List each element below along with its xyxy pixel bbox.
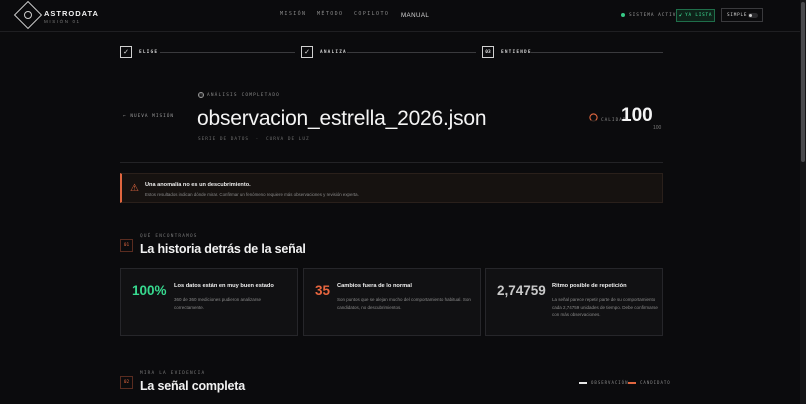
card-value: 35 xyxy=(315,283,331,298)
warning-text: Estos resultados indican dónde mirar. Co… xyxy=(145,192,359,197)
toggle-switch[interactable] xyxy=(748,12,758,18)
step-connector xyxy=(347,52,476,53)
section-number: 02 xyxy=(120,376,133,389)
tag-separator: · xyxy=(255,137,260,142)
card-description: La señal parece repetir parte de su comp… xyxy=(552,297,658,318)
section-number: 01 xyxy=(120,239,133,252)
step-2-label[interactable]: ANALIZA xyxy=(320,50,347,55)
logo-icon[interactable] xyxy=(13,0,43,30)
card-description: 360 de 360 mediciones pudieron analizars… xyxy=(174,297,262,310)
step-3-number: 03 xyxy=(482,46,494,58)
step-2-check-icon: ✓ xyxy=(301,46,313,58)
page-title: observacion_estrella_2026.json xyxy=(197,107,487,130)
step-3-label[interactable]: ENTIENDE xyxy=(501,50,532,55)
step-1-label[interactable]: ELIGE xyxy=(139,50,158,55)
legend-observation-label: OBSERVACIÓN xyxy=(591,380,629,385)
toggle-knob xyxy=(749,13,752,17)
card-value: 100% xyxy=(132,283,167,298)
ready-button-label: YA LISTA xyxy=(685,13,713,18)
card-value: 2,74759 xyxy=(497,283,546,298)
ready-button[interactable]: ➹ YA LISTA xyxy=(676,9,715,22)
new-mission-link[interactable]: ← NUEVA MISIÓN xyxy=(123,114,174,119)
legend-candidate-label: CANDIDATO xyxy=(640,380,671,385)
arrow-left-icon: ← xyxy=(123,114,127,119)
card-title: Cambios fuera de lo normal xyxy=(337,283,412,289)
rocket-icon: ➹ xyxy=(678,12,684,19)
nav-mision[interactable]: MISIÓN xyxy=(280,11,306,17)
step-connector xyxy=(531,52,663,53)
nav-manual[interactable]: MANUAL xyxy=(401,12,429,19)
section-title: La historia detrás de la señal xyxy=(140,242,306,256)
legend-candidate-swatch xyxy=(628,382,636,384)
logo-ring xyxy=(24,11,32,19)
card-title: Ritmo posible de repetición xyxy=(552,283,627,289)
step-1-check-icon: ✓ xyxy=(120,46,132,58)
top-bar: ASTRODATA MISIÓN 01 MISIÓN MÉTODO COPILO… xyxy=(0,0,800,32)
tag-data-series: SERIE DE DATOS xyxy=(198,137,250,142)
card-anomalies: 35 Cambios fuera de lo normal Son puntos… xyxy=(303,268,481,336)
file-tags: SERIE DE DATOS · CURVA DE LUZ xyxy=(198,137,310,142)
simple-mode-toggle[interactable]: SIMPLE xyxy=(721,8,763,22)
quality-score: 100 xyxy=(621,105,653,126)
legend-observation-swatch xyxy=(579,382,587,384)
divider xyxy=(120,162,663,163)
quality-gauge-icon xyxy=(589,113,598,122)
card-data-quality: 100% Los datos están en muy buen estado … xyxy=(120,268,298,336)
tag-light-curve: CURVA DE LUZ xyxy=(265,137,310,142)
nav-copiloto[interactable]: COPILOTO xyxy=(354,11,389,17)
nav-metodo[interactable]: MÉTODO xyxy=(317,11,343,17)
warning-icon: ⚠ xyxy=(130,183,139,194)
section-kicker: MIRA LA EVIDENCIA xyxy=(140,371,206,376)
brand-name: ASTRODATA xyxy=(44,9,99,18)
card-period: 2,74759 Ritmo posible de repetición La s… xyxy=(485,268,663,336)
card-description: Son puntos que se alejan mucho del compo… xyxy=(337,297,471,310)
analysis-status: ANÁLISIS COMPLETADO xyxy=(207,92,281,98)
gauge-arc xyxy=(589,113,598,121)
card-title: Los datos están en muy buen estado xyxy=(174,283,274,289)
quality-score-max: 100 xyxy=(653,125,662,131)
scrollbar-thumb[interactable] xyxy=(801,2,805,162)
step-connector xyxy=(160,52,295,53)
clock-icon: ◷ xyxy=(198,92,204,98)
new-mission-label: NUEVA MISIÓN xyxy=(130,114,175,119)
simple-mode-label: SIMPLE xyxy=(727,12,748,18)
brand-subtitle: MISIÓN 01 xyxy=(44,19,81,24)
section-title: La señal completa xyxy=(140,379,245,393)
section-kicker: QUÉ ENCONTRAMOS xyxy=(140,234,198,239)
anomaly-warning: ⚠ Una anomalía no es un descubrimiento. … xyxy=(120,173,663,203)
system-status: SISTEMA ACTIVO xyxy=(629,12,681,18)
warning-title: Una anomalía no es un descubrimiento. xyxy=(145,182,251,188)
status-dot-icon xyxy=(621,13,625,17)
